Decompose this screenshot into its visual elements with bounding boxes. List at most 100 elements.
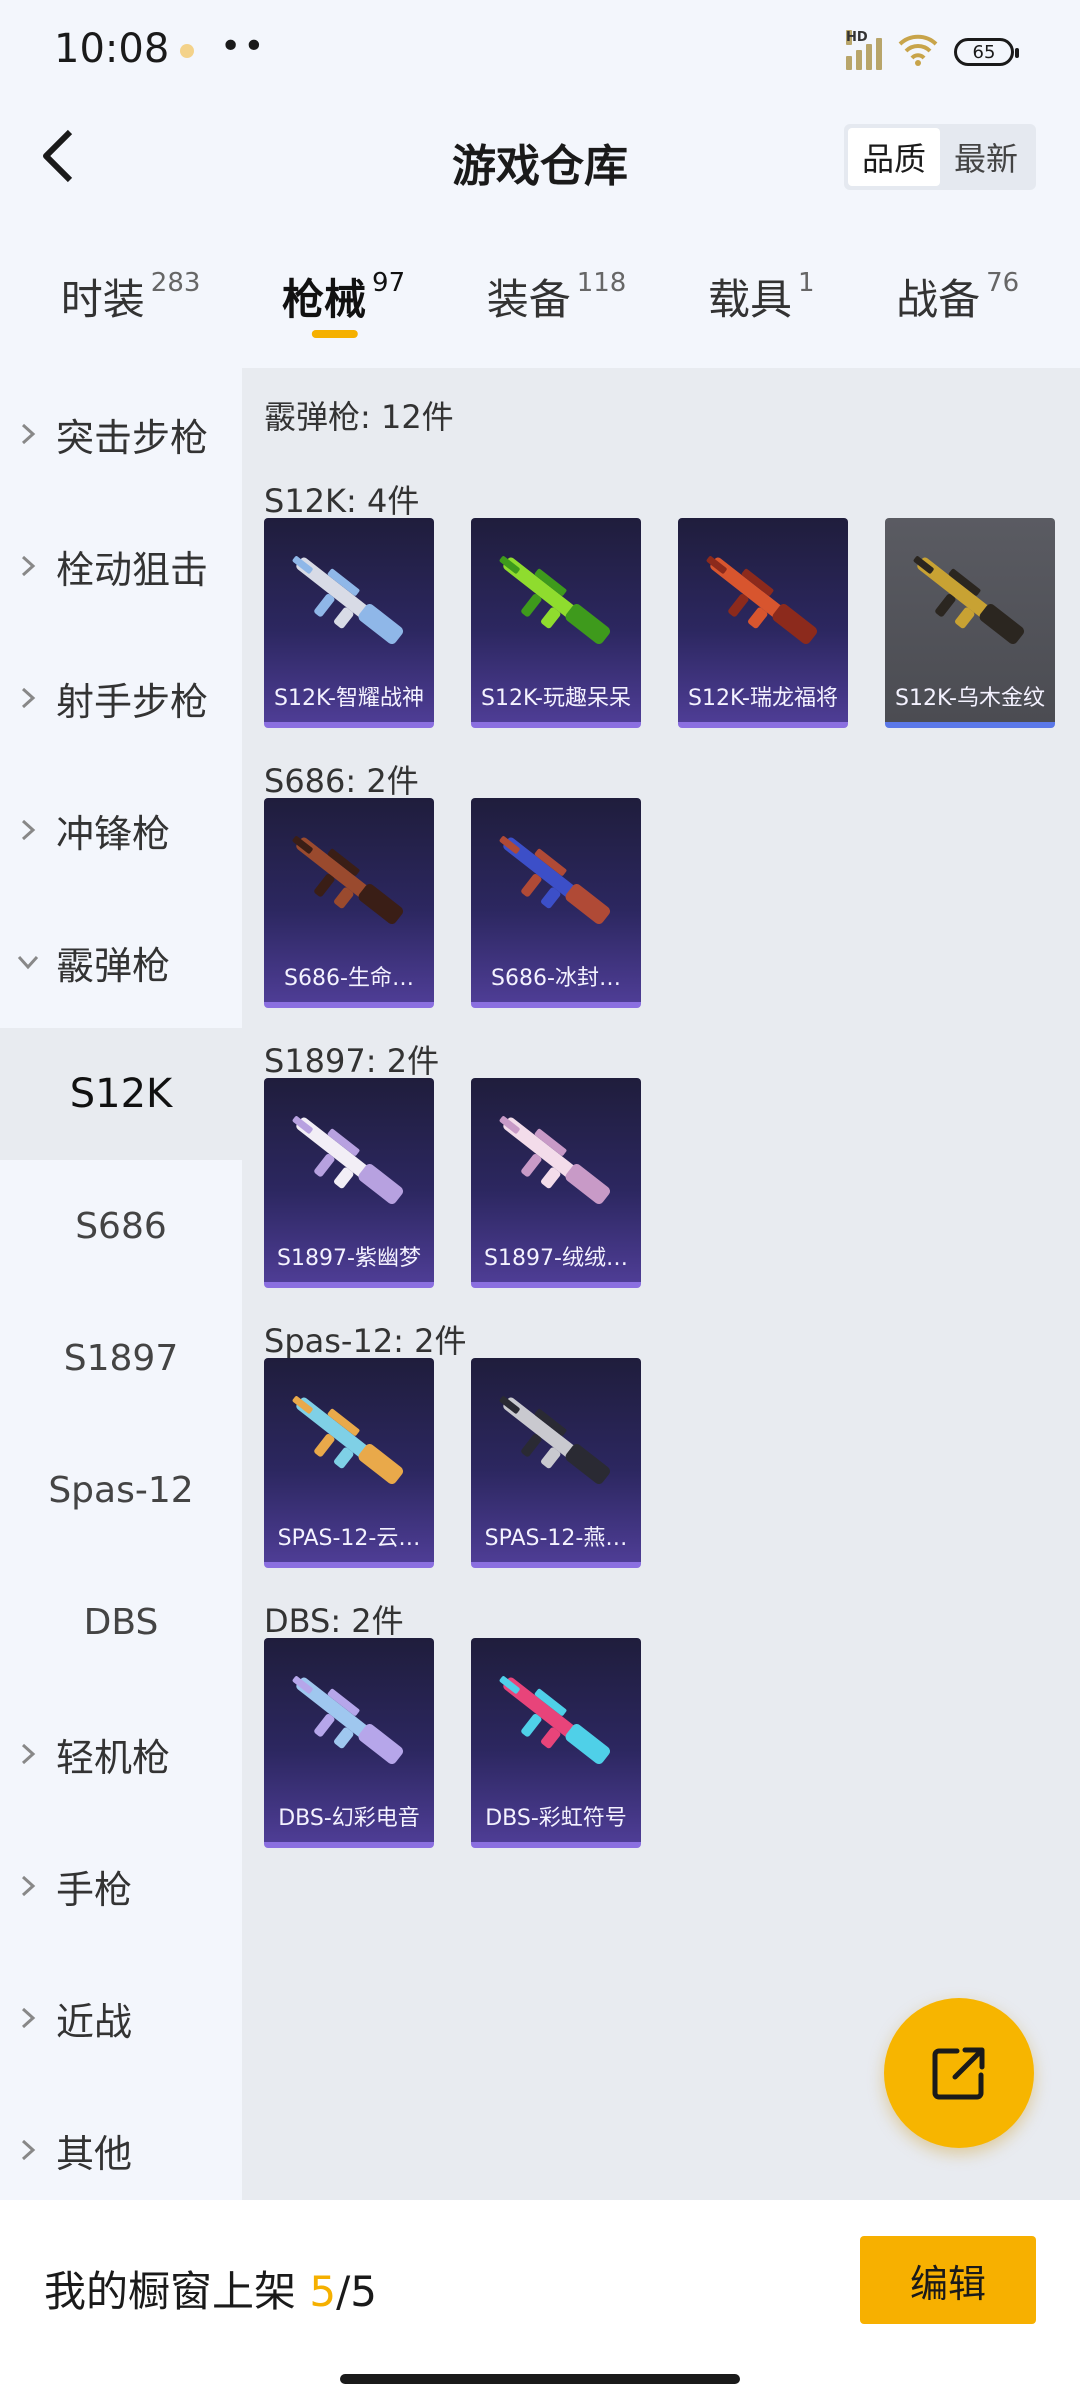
weapon-card[interactable]: S1897-紫幽梦: [264, 1078, 434, 1288]
sidebar-item-label: 其他: [56, 2131, 133, 2176]
weapon-image: [499, 836, 611, 925]
tab-count: 1: [797, 268, 815, 298]
weapon-card[interactable]: S686-冰封…: [471, 798, 641, 1008]
weapon-card[interactable]: SPAS-12-燕…: [471, 1358, 641, 1568]
sidebar-subitem-spas12[interactable]: Spas-12: [0, 1424, 242, 1556]
category-total: 霰弹枪: 12件: [264, 398, 454, 436]
sidebar-item-bolt-sniper[interactable]: 栓动狙击: [0, 500, 242, 632]
weapon-name: SPAS-12-云…: [277, 1526, 421, 1551]
group-title: Spas-12: 2件: [264, 1322, 467, 1360]
showcase-current: 5: [309, 2267, 337, 2316]
tab-label: 战备: [896, 275, 981, 324]
weapon-image: [499, 1396, 611, 1485]
weapon-image: [499, 1116, 611, 1205]
weapon-card[interactable]: S12K-智耀战神: [264, 518, 434, 728]
sidebar-item-smg[interactable]: 冲锋枪: [0, 764, 242, 896]
weapon-name: S686-冰封…: [491, 966, 621, 991]
sidebar-subitem-dbs[interactable]: DBS: [0, 1556, 242, 1688]
weapon-image: [706, 556, 818, 645]
sort-toggle: 品质 最新: [844, 124, 1036, 190]
signal-icon: HD: [846, 30, 882, 70]
card-row: SPAS-12-云… SPAS-12-燕…: [264, 1358, 1080, 1568]
battery-level: 65: [972, 41, 996, 63]
weapon-card[interactable]: S686-生命…: [264, 798, 434, 1008]
weapon-card[interactable]: S12K-乌木金纹: [885, 518, 1055, 728]
weapon-card[interactable]: DBS-幻彩电音: [264, 1638, 434, 1848]
weapon-name: SPAS-12-燕…: [484, 1526, 628, 1551]
sidebar-item-assault-rifle[interactable]: 突击步枪: [0, 368, 242, 500]
weapon-image: [292, 836, 404, 925]
chevron-right-icon: [0, 422, 56, 446]
share-button[interactable]: [884, 1998, 1034, 2148]
sidebar-item-label: 冲锋枪: [56, 811, 171, 856]
weapon-list: 霰弹枪: 12件 S12K: 4件 S12K-智耀战神 S12K-玩趣呆呆 S12K-…: [242, 368, 1080, 2200]
group-title: DBS: 2件: [264, 1602, 404, 1640]
sidebar-item-pistol[interactable]: 手枪: [0, 1820, 242, 1952]
battery-icon: 65: [954, 38, 1019, 66]
weapon-name: S12K-智耀战神: [273, 686, 424, 711]
edit-button[interactable]: 编辑: [860, 2236, 1036, 2324]
showcase-bar: 我的橱窗上架 5/5 编辑: [0, 2200, 1080, 2400]
group-title: S12K: 4件: [264, 482, 420, 520]
weapon-image: [292, 1676, 404, 1765]
more-notifications-icon: ••: [220, 26, 267, 67]
tab-guns[interactable]: 枪械 97: [282, 250, 405, 360]
weapon-name: S686-生命…: [284, 966, 414, 991]
status-bar: 10:08 •• HD 65: [0, 0, 1080, 100]
weapon-image: [292, 1116, 404, 1205]
tab-count: 118: [576, 268, 627, 298]
sort-quality-button[interactable]: 品质: [848, 128, 940, 186]
sidebar-item-other[interactable]: 其他: [0, 2084, 242, 2216]
weapon-image: [499, 1676, 611, 1765]
weapon-image: [913, 556, 1025, 645]
tab-label: 装备: [486, 275, 571, 324]
sidebar-item-label: 轻机枪: [56, 1735, 171, 1780]
tab-supplies[interactable]: 战备 76: [896, 250, 1019, 360]
tab-label: 枪械: [282, 275, 367, 324]
tab-vehicles[interactable]: 载具 1: [708, 250, 815, 360]
showcase-total: 5: [350, 2267, 377, 2316]
showcase-label: 我的橱窗上架: [44, 2267, 310, 2316]
card-row: S12K-智耀战神 S12K-玩趣呆呆 S12K-瑞龙福将 S12K-乌木金纹: [264, 518, 1080, 728]
sidebar-subitem-s686[interactable]: S686: [0, 1160, 242, 1292]
share-icon: [932, 2047, 985, 2100]
weapon-name: S12K-瑞龙福将: [687, 686, 838, 711]
weapon-card[interactable]: DBS-彩虹符号: [471, 1638, 641, 1848]
tab-count: 97: [372, 268, 406, 298]
sidebar-subitem-s12k[interactable]: S12K: [0, 1028, 242, 1160]
chevron-right-icon: [0, 2138, 56, 2162]
status-icons: HD 65: [846, 30, 1019, 74]
notification-dot: [180, 44, 194, 58]
group-title: S1897: 2件: [264, 1042, 440, 1080]
home-indicator[interactable]: [340, 2374, 740, 2384]
weapon-card[interactable]: S12K-玩趣呆呆: [471, 518, 641, 728]
weapon-image: [292, 556, 404, 645]
sidebar-item-melee[interactable]: 近战: [0, 1952, 242, 2084]
weapon-name: S12K-玩趣呆呆: [480, 686, 631, 711]
sidebar-item-lmg[interactable]: 轻机枪: [0, 1688, 242, 1820]
tab-count: 76: [986, 268, 1020, 298]
weapon-card[interactable]: S12K-瑞龙福将: [678, 518, 848, 728]
status-time: 10:08: [54, 26, 170, 72]
chevron-down-icon: [0, 954, 56, 970]
sidebar-item-marksman-rifle[interactable]: 射手步枪: [0, 632, 242, 764]
chevron-right-icon: [0, 686, 56, 710]
chevron-right-icon: [0, 554, 56, 578]
group-title: S686: 2件: [264, 762, 419, 800]
active-tab-indicator: [311, 330, 358, 338]
sort-newest-button[interactable]: 最新: [940, 128, 1032, 186]
sidebar-item-shotgun[interactable]: 霰弹枪: [0, 896, 242, 1028]
weapon-card[interactable]: SPAS-12-云…: [264, 1358, 434, 1568]
chevron-right-icon: [0, 1742, 56, 1766]
weapon-name: S12K-乌木金纹: [894, 686, 1045, 711]
weapon-card[interactable]: S1897-绒绒…: [471, 1078, 641, 1288]
tab-equipment[interactable]: 装备 118: [487, 250, 627, 360]
weapon-name: S1897-紫幽梦: [277, 1246, 421, 1271]
chevron-right-icon: [0, 818, 56, 842]
sidebar-subitem-s1897[interactable]: S1897: [0, 1292, 242, 1424]
weapon-groups: S12K: 4件 S12K-智耀战神 S12K-玩趣呆呆 S12K-瑞龙福将 S12K-…: [264, 476, 1080, 1848]
tab-fashion[interactable]: 时装 283: [61, 250, 201, 360]
card-row: DBS-幻彩电音 DBS-彩虹符号: [264, 1638, 1080, 1848]
weapon-image: [499, 556, 611, 645]
sidebar-item-label: 突击步枪: [56, 415, 209, 460]
